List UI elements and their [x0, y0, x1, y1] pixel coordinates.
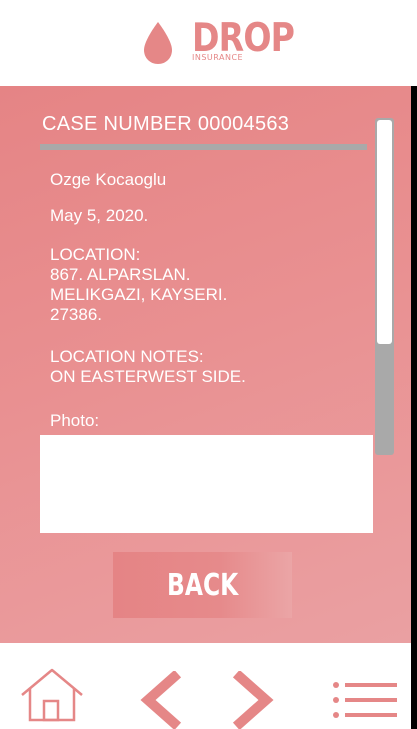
chevron-left-icon[interactable]	[138, 669, 182, 729]
menu-icon[interactable]	[331, 681, 399, 721]
water-drop-icon	[144, 22, 172, 64]
location-block: LOCATION: 867. ALPARSLAN. MELIKGAZI, KAY…	[50, 245, 227, 325]
location-line-2: MELIKGAZI, KAYSERI.	[50, 285, 228, 304]
details-scrollbar[interactable]	[375, 118, 394, 455]
drop-insurance-logo: DROP INSURANCE	[140, 18, 300, 68]
photo-area[interactable]	[40, 435, 373, 533]
location-line-3: 27386.	[50, 305, 102, 324]
photo-label: Photo:	[50, 411, 100, 430]
window-edge-top	[411, 0, 417, 86]
location-notes-text: ON EASTERWEST SIDE.	[50, 367, 246, 386]
location-notes-label: LOCATION NOTES:	[50, 347, 204, 366]
back-button-label: BACK	[166, 567, 239, 603]
app-header: DROP INSURANCE	[0, 0, 417, 86]
scrollbar-thumb[interactable]	[377, 120, 392, 344]
claim-date: May 5, 2020.	[50, 206, 149, 225]
back-button[interactable]: BACK	[113, 552, 292, 618]
location-line-1: 867. ALPARSLAN.	[50, 265, 191, 284]
location-notes-block: LOCATION NOTES: ON EASTERWEST SIDE.	[50, 347, 246, 387]
case-number-title: CASE NUMBER 00004563	[42, 113, 290, 135]
title-divider	[40, 144, 367, 150]
logo-subtitle: INSURANCE	[192, 53, 244, 62]
chevron-right-icon[interactable]	[232, 669, 276, 729]
bottom-navigation	[0, 643, 411, 729]
location-label: LOCATION:	[50, 245, 141, 264]
window-edge	[411, 0, 417, 729]
claimant-name: Ozge Kocaoglu	[50, 170, 167, 189]
home-icon[interactable]	[18, 667, 86, 723]
